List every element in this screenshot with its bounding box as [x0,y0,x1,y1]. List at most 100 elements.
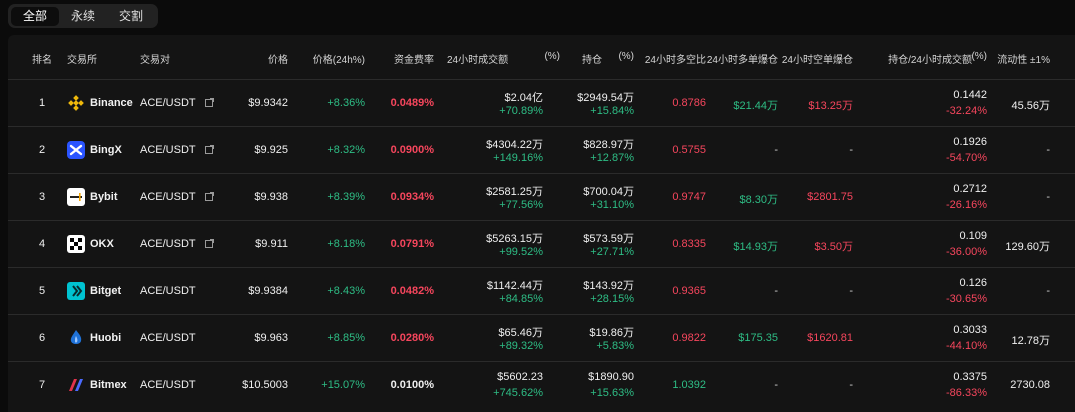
exchange-name[interactable]: Bybit [90,191,118,203]
short-liquidation-cell: $13.25万 [808,100,853,112]
header-oi-volume[interactable]: 持仓/24小时成交额 [888,51,972,66]
price-cell: $9.9342 [248,97,288,109]
short-liquidation-cell: $3.50万 [814,241,853,253]
header-rank[interactable]: 排名 [32,51,52,66]
liquidity-cell: 2730.08 [1010,379,1050,391]
oi-volume-ratio-cell: 0.3033 [953,324,987,336]
tab-perpetual[interactable]: 永续 [59,7,107,26]
oi-volume-ratio-change-cell: -44.10% [946,340,987,352]
external-link-icon[interactable] [205,192,214,201]
table-row[interactable]: 7 Bitmex ACE/USDT $10.5003 +15.07% 0.0100% $56… [8,361,1075,409]
header-oi-volume-pct[interactable]: (%) [971,51,987,62]
open-interest-cell: $1890.90 [588,371,634,383]
price-change-cell: +8.18% [327,238,365,250]
volume-change-cell: +77.56% [499,199,543,211]
bitmex-logo-icon [67,376,85,394]
funding-rate-cell: 0.0280% [390,332,434,344]
price-cell: $9.938 [254,191,288,203]
volume-change-cell: +70.89% [499,105,543,117]
liquidity-cell: - [1046,285,1050,297]
pair-cell[interactable]: ACE/USDT [140,332,196,344]
oi-volume-ratio-cell: 0.1442 [953,89,987,101]
tab-delivery[interactable]: 交割 [107,7,155,26]
rank-cell: 5 [39,285,46,297]
price-change-cell: +8.85% [327,332,365,344]
header-short-liquidation[interactable]: 24小时空单爆仓 [782,51,853,66]
price-cell: $10.5003 [242,379,288,391]
external-link-icon[interactable] [205,239,214,248]
header-volume[interactable]: 24小时成交额 [447,51,508,66]
price-change-cell: +8.43% [327,285,365,297]
rank-cell: 7 [39,379,46,391]
volume-change-cell: +745.62% [493,387,543,399]
header-volume-pct[interactable]: (%) [544,51,560,62]
header-open-interest[interactable]: 持仓 [582,51,602,66]
pair-cell[interactable]: ACE/USDT [140,285,196,297]
header-funding[interactable]: 资金费率 [394,51,434,66]
pair-cell[interactable]: ACE/USDT [140,238,196,250]
long-short-ratio-cell: 0.8335 [672,238,706,250]
oi-volume-ratio-change-cell: -54.70% [946,152,987,164]
table-row[interactable]: 3 Bybit ACE/USDT $9.938 +8.39% 0.0934% $2581.2… [8,173,1075,221]
exchange-name[interactable]: BingX [90,144,122,156]
open-interest-change-cell: +28.15% [590,293,634,305]
long-liquidation-cell: - [774,379,778,391]
rank-cell: 1 [39,97,46,109]
open-interest-cell: $2949.54万 [577,92,634,104]
oi-volume-ratio-change-cell: -86.33% [946,387,987,399]
external-link-icon[interactable] [205,98,214,107]
header-price[interactable]: 价格 [268,51,288,66]
exchange-name[interactable]: Bitget [90,285,121,297]
table-row[interactable]: 1 Binance ACE/USDT $9.9342 +8.36% 0.0489% $2.0… [8,79,1075,127]
price-change-cell: +8.39% [327,191,365,203]
table-row[interactable]: 6 Huobi ACE/USDT $9.963 +8.85% 0.0280% $65.46万… [8,314,1075,362]
header-change[interactable]: 价格(24h%) [313,51,365,66]
oi-volume-ratio-cell: 0.109 [959,230,987,242]
bybit-logo-icon [67,188,85,206]
oi-volume-ratio-change-cell: -30.65% [946,293,987,305]
open-interest-change-cell: +5.83% [596,340,634,352]
external-link-icon[interactable] [205,145,214,154]
exchange-name[interactable]: OKX [90,238,114,250]
volume-change-cell: +84.85% [499,293,543,305]
price-change-cell: +15.07% [321,379,365,391]
exchange-name[interactable]: Huobi [90,332,121,344]
rank-cell: 6 [39,332,46,344]
funding-rate-cell: 0.0489% [390,97,434,109]
volume-cell: $1142.44万 [486,280,543,292]
liquidity-cell: - [1046,191,1050,203]
exchange-name[interactable]: Bitmex [90,379,127,391]
price-cell: $9.911 [255,238,288,250]
liquidity-cell: 129.60万 [1005,241,1050,253]
exchange-table: 排名 交易所 交易对 价格 价格(24h%) 资金费率 24小时成交额 (%) … [8,35,1075,412]
tab-all[interactable]: 全部 [11,6,60,26]
liquidity-cell: 12.78万 [1011,335,1050,347]
header-liquidity[interactable]: 流动性 ±1% [997,51,1050,66]
table-row[interactable]: 2 BingX ACE/USDT $9.925 +8.32% 0.0900% $4304.2… [8,126,1075,174]
market-type-tabs: 全部 永续 交割 [8,4,159,28]
long-short-ratio-cell: 1.0392 [672,379,706,391]
volume-change-cell: +89.32% [499,340,543,352]
header-pair[interactable]: 交易对 [140,51,170,66]
oi-volume-ratio-change-cell: -26.16% [946,199,987,211]
bingx-logo-icon [67,141,85,159]
volume-cell: $2581.25万 [486,186,543,198]
header-long-liquidation[interactable]: 24小时多单爆仓 [707,51,778,66]
exchange-name[interactable]: Binance [90,97,133,109]
open-interest-cell: $143.92万 [583,280,634,292]
bitget-logo-icon [67,282,85,300]
table-row[interactable]: 5 Bitget ACE/USDT $9.9384 +8.43% 0.0482% $1142… [8,267,1075,315]
pair-cell[interactable]: ACE/USDT [140,191,196,203]
pair-cell[interactable]: ACE/USDT [140,379,196,391]
header-exchange[interactable]: 交易所 [67,51,97,66]
table-header: 排名 交易所 交易对 价格 价格(24h%) 资金费率 24小时成交额 (%) … [8,35,1075,79]
volume-change-cell: +99.52% [499,246,543,258]
pair-cell[interactable]: ACE/USDT [140,97,196,109]
pair-cell[interactable]: ACE/USDT [140,144,196,156]
price-change-cell: +8.36% [327,97,365,109]
header-oi-pct[interactable]: (%) [618,51,634,62]
short-liquidation-cell: - [849,379,853,391]
okx-logo-icon [67,235,85,253]
table-row[interactable]: 4 OKX ACE/USDT $9.911 +8.18% 0.0791% $5263.15万… [8,220,1075,268]
header-long-short-ratio[interactable]: 24小时多空比 [645,51,706,66]
